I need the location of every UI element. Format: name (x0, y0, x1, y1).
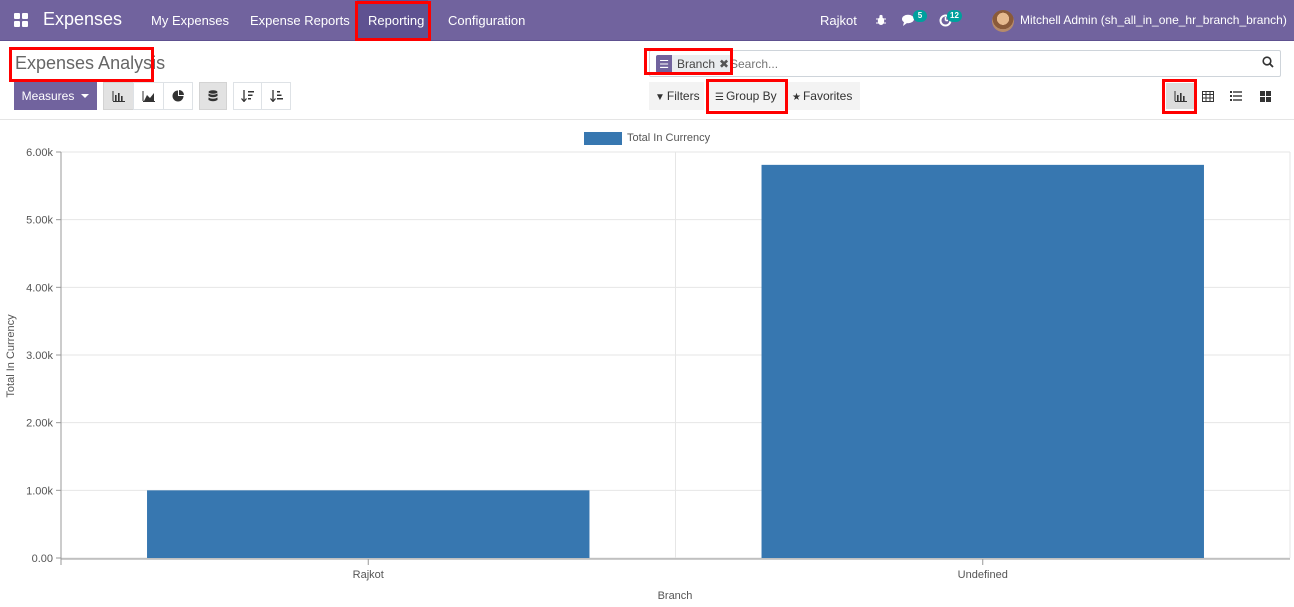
control-panel-divider (0, 119, 1294, 120)
pivot-view-button[interactable] (1194, 83, 1222, 109)
x-axis-tick-labels: Rajkot Undefined (353, 559, 1008, 581)
search-input[interactable] (730, 57, 1250, 71)
sort-descending-icon (241, 90, 254, 102)
x-tick-label: Rajkot (353, 569, 384, 581)
groupby-label: Group By (725, 89, 777, 103)
database-icon (208, 90, 218, 102)
app-brand[interactable]: Expenses (43, 9, 122, 30)
stacked-button[interactable] (199, 82, 227, 110)
favorites-label: Favorites (802, 89, 853, 103)
page-title: Expenses Analysis (15, 53, 166, 73)
legend-swatch[interactable] (584, 132, 622, 145)
groupby-button[interactable]: ☰ Group By (709, 82, 785, 110)
y-tick-label: 4.00k (26, 282, 53, 294)
line-chart-button[interactable] (133, 82, 164, 110)
filter-icon: ▼ (655, 92, 665, 103)
pie-chart-icon (172, 90, 184, 102)
x-tick-label: Undefined (958, 569, 1008, 581)
measures-label: Measures (21, 89, 75, 103)
favorites-button[interactable]: ★ Favorites (786, 82, 860, 110)
sort-descending-button[interactable] (233, 82, 262, 110)
kanban-view-button[interactable] (1251, 83, 1279, 109)
bar-undefined[interactable] (761, 164, 1204, 558)
y-tick-label: 2.00k (26, 418, 53, 430)
pie-chart-button[interactable] (163, 82, 193, 110)
activities-count-badge: 12 (947, 10, 962, 22)
table-icon (1202, 90, 1214, 102)
search-facet-branch[interactable]: ☰ Branch ✖ (656, 55, 734, 73)
groupby-facet-icon: ☰ (656, 55, 672, 73)
list-view-button[interactable] (1222, 83, 1250, 109)
sort-ascending-icon (269, 90, 283, 102)
sort-ascending-button[interactable] (261, 82, 291, 110)
area-chart-icon (142, 90, 155, 102)
search-bar: ☰ Branch ✖ (649, 50, 1281, 77)
menu-reporting[interactable]: Reporting (357, 0, 428, 41)
chevron-down-icon (81, 94, 90, 98)
y-tick-label: 0.00 (32, 553, 53, 565)
list-icon: ☰ (715, 92, 724, 103)
legend-label[interactable]: Total In Currency (627, 132, 711, 144)
grid-icon (1259, 90, 1271, 102)
star-icon: ★ (792, 92, 801, 103)
menu-configuration[interactable]: Configuration (436, 0, 537, 41)
measures-button[interactable]: Measures (14, 82, 97, 110)
messages-count-badge: 5 (913, 10, 927, 22)
filters-button[interactable]: ▼ Filters (649, 82, 704, 110)
bar-rajkot[interactable] (147, 490, 590, 558)
user-menu[interactable]: Mitchell Admin (sh_all_in_one_hr_branch_… (1020, 0, 1287, 41)
graph-view-button[interactable] (1166, 83, 1194, 109)
top-navbar: Expenses My Expenses Expense Reports Rep… (0, 0, 1294, 41)
menu-expense-reports[interactable]: Expense Reports (238, 0, 362, 41)
y-axis-label: Total In Currency (5, 314, 17, 398)
facet-label: Branch (677, 57, 716, 71)
bar-chart-icon (1174, 90, 1187, 102)
bar-chart: 0.00 1.00k 2.00k 3.00k 4.00k 5.00k 6.00k Rajko… (5, 132, 1291, 602)
apps-menu-icon[interactable] (14, 13, 28, 27)
search-icon[interactable] (1262, 56, 1274, 71)
bar-chart-icon (112, 90, 125, 102)
list-icon (1230, 91, 1242, 101)
branch-switcher[interactable]: Rajkot (820, 0, 857, 41)
menu-my-expenses[interactable]: My Expenses (139, 0, 241, 41)
user-avatar[interactable] (992, 10, 1014, 32)
y-tick-label: 5.00k (26, 215, 53, 227)
y-tick-label: 3.00k (26, 350, 53, 362)
y-tick-label: 6.00k (26, 147, 53, 159)
bug-icon[interactable] (875, 0, 887, 41)
x-axis-label: Branch (658, 590, 693, 602)
filters-label: Filters (666, 89, 700, 103)
bar-chart-button[interactable] (103, 82, 134, 110)
y-tick-label: 1.00k (26, 485, 53, 497)
